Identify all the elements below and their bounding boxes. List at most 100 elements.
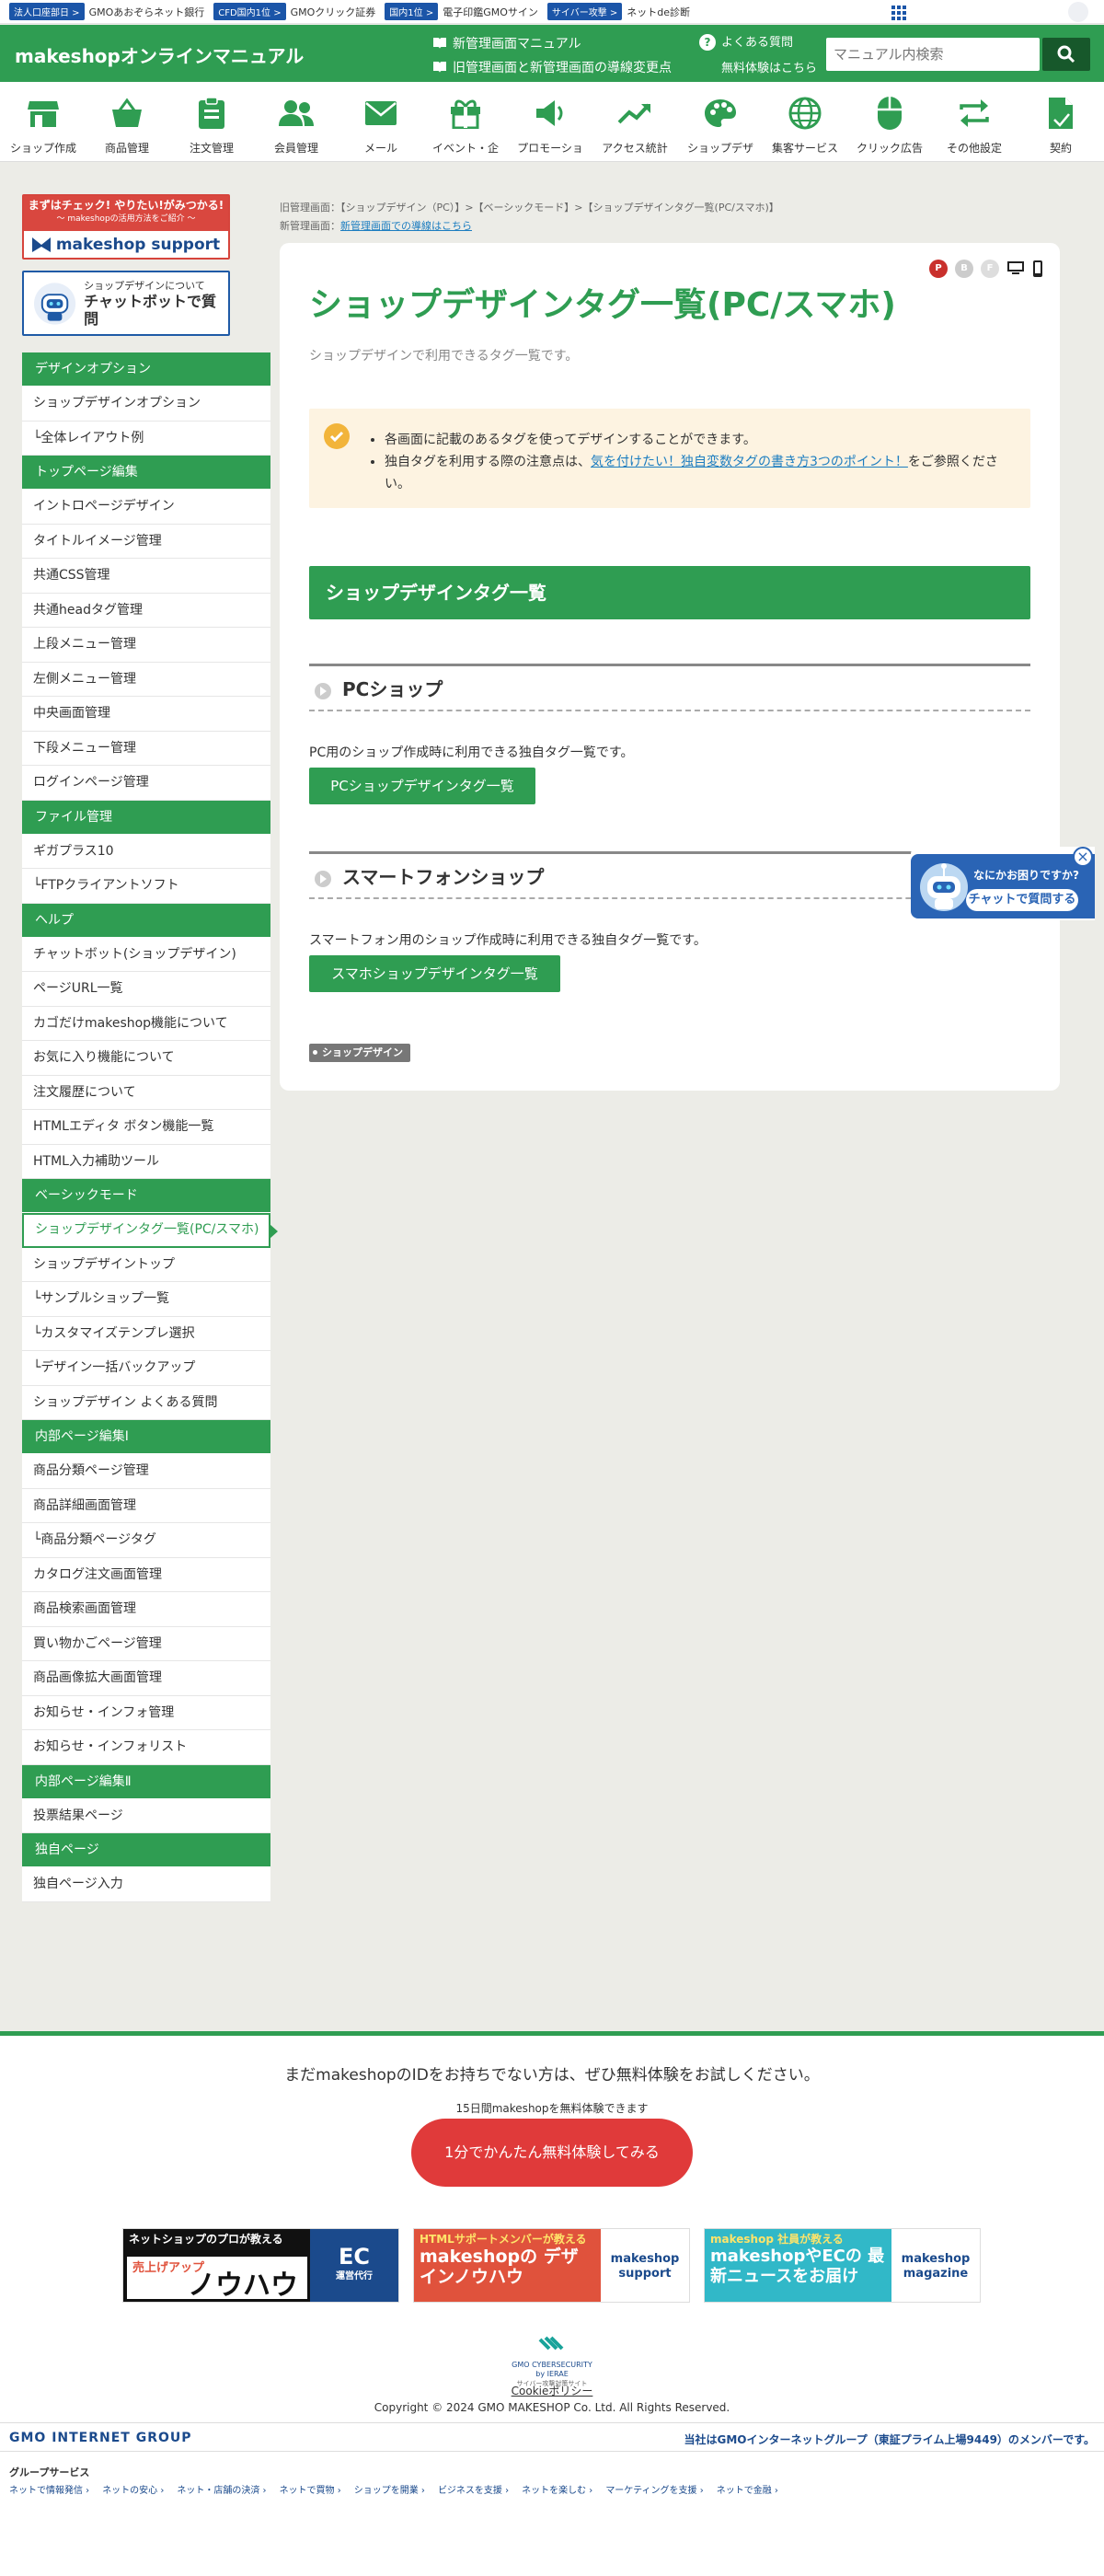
robot-icon	[33, 282, 76, 325]
sidebar-item-active[interactable]: ショップデザインタグ一覧(PC/スマホ)	[22, 1213, 278, 1248]
sidebar-item[interactable]: お知らせ・インフォリスト	[22, 1730, 270, 1765]
sidebar-item[interactable]: 投票結果ページ	[22, 1798, 270, 1833]
group-service-link[interactable]: ショップを開業 ›	[354, 2482, 425, 2496]
cookie-policy-link[interactable]: Cookieポリシー	[0, 2383, 1104, 2398]
sidebar-item[interactable]: 中央画面管理	[22, 697, 270, 732]
nav-products[interactable]: 商品管理	[84, 82, 170, 162]
chatbot-banner[interactable]: ショップデザインについて チャットボットで質問	[22, 271, 230, 336]
sidebar-item[interactable]: └FTPクライアントソフト	[22, 869, 270, 904]
sidebar-item[interactable]: HTMLエディタ ボタン機能一覧	[22, 1110, 270, 1145]
search-input[interactable]	[826, 38, 1040, 71]
sidebar-item[interactable]: └カスタマイズテンプレ選択	[22, 1316, 270, 1351]
group-service-link[interactable]: ネットで情報発信 ›	[9, 2482, 89, 2496]
design-knowhow-banner[interactable]: HTMLサポートメンバーが教える makeshopの デザインノウハウ makes…	[413, 2228, 690, 2303]
apps-grid-icon[interactable]	[891, 6, 906, 20]
sidebar-category[interactable]: デザインオプション	[22, 352, 270, 387]
topbar-link-diagnosis[interactable]: サイバー攻撃 > ネットde診断	[546, 3, 690, 20]
cybersecurity-badge[interactable]: GMO CYBERSECURITY by IERAE サイバー攻撃対策サイト	[508, 2336, 596, 2387]
notice-list: 各画面に記載のあるタグを使ってデザインすることができます。 独自タグを利用する際…	[372, 429, 1016, 495]
free-trial-button[interactable]: 1分でかんたん無料体験してみる	[411, 2119, 693, 2187]
sidebar-item[interactable]: ログインページ管理	[22, 766, 270, 801]
site-logo[interactable]: makeshopオンラインマニュアル	[15, 41, 304, 68]
sidebar-item[interactable]: HTML入力補助ツール	[22, 1144, 270, 1179]
group-service-link[interactable]: ネットを楽しむ ›	[522, 2482, 592, 2496]
group-service-link[interactable]: マーケティングを支援 ›	[605, 2482, 703, 2496]
sidebar-item[interactable]: ショップデザインオプション	[22, 387, 270, 422]
gmo-logo[interactable]: GMO INTERNET GROUP	[9, 2431, 192, 2445]
nav-orders[interactable]: 注文管理	[168, 82, 255, 162]
nav-promotion[interactable]: プロモーショ	[507, 82, 593, 162]
sidebar-category[interactable]: 独自ページ	[22, 1833, 270, 1867]
sidebar-item[interactable]: 共通CSS管理	[22, 559, 270, 594]
sidebar-item[interactable]: └デザイン一括バックアップ	[22, 1351, 270, 1386]
nav-marketing[interactable]: 集客サービス	[762, 82, 848, 162]
sidebar-category[interactable]: トップページ編集	[22, 456, 270, 490]
nav-shop-create[interactable]: ショップ作成	[0, 82, 86, 162]
group-service-link[interactable]: ネットの安心 ›	[102, 2482, 164, 2496]
sidebar-item[interactable]: 商品分類ページ管理	[22, 1454, 270, 1489]
pc-tag-list-button[interactable]: PCショップデザインタグ一覧	[309, 768, 535, 804]
sidebar-category[interactable]: ベーシックモード	[22, 1179, 270, 1213]
sidebar-item[interactable]: イントロページデザイン	[22, 490, 270, 525]
group-service-link[interactable]: ネットで金融 ›	[717, 2482, 778, 2496]
sidebar-item[interactable]: ショップデザイントップ	[22, 1247, 270, 1282]
sidebar-item[interactable]: カタログ注文画面管理	[22, 1557, 270, 1592]
faq-link[interactable]: ? よくある質問	[699, 32, 793, 51]
sidebar-category[interactable]: ファイル管理	[22, 800, 270, 835]
sidebar-item[interactable]: カゴだけmakeshop機能について	[22, 1006, 270, 1041]
chat-widget[interactable]: なにかお困りですか? チャットで質問する ×	[911, 847, 1095, 920]
sidebar-item[interactable]: 買い物かごページ管理	[22, 1626, 270, 1661]
topbar-link-bank[interactable]: 法人口座部日 > GMOあおぞらネット銀行	[9, 3, 204, 20]
group-service-link[interactable]: ネットで買物 ›	[280, 2482, 341, 2496]
topbar-link-securities[interactable]: CFD国内1位 > GMOクリック証券	[213, 3, 375, 20]
sidebar-item[interactable]: 下段メニュー管理	[22, 731, 270, 766]
topbar-link-sign[interactable]: 国内1位 > 電子印鑑GMOサイン	[385, 3, 538, 20]
sidebar-category[interactable]: ヘルプ	[22, 903, 270, 938]
notice-link[interactable]: 気を付けたい！独自変数タグの書き方3つのポイント！	[591, 455, 908, 469]
sidebar-item[interactable]: └全体レイアウト例	[22, 421, 270, 456]
makeshop-support-banner[interactable]: まずはチェック! やりたい!がみつかる! ～ makeshopの活用方法をご紹介 …	[22, 194, 230, 260]
sidebar-item[interactable]: 独自ページ入力	[22, 1867, 270, 1902]
chat-widget-button[interactable]: チャットで質問する	[966, 889, 1078, 911]
nav-shop-design[interactable]: ショップデザ	[677, 82, 764, 162]
nav-contract[interactable]: 契約	[1018, 82, 1104, 162]
sidebar-item[interactable]: 注文履歴について	[22, 1075, 270, 1110]
sidebar-item[interactable]: └サンプルショップ一覧	[22, 1282, 270, 1317]
sidebar-item[interactable]: ギガプラス10	[22, 834, 270, 869]
sidebar-item[interactable]: ショップデザイン よくある質問	[22, 1385, 270, 1420]
nav-other-settings[interactable]: その他設定	[931, 82, 1018, 162]
new-admin-manual-link[interactable]: 新管理画面マニュアル	[432, 34, 581, 52]
nav-access[interactable]: アクセス統計	[592, 82, 678, 162]
sidebar-item[interactable]: お知らせ・インフォ管理	[22, 1695, 270, 1730]
sp-tag-list-button[interactable]: スマホショップデザインタグ一覧	[309, 955, 560, 992]
sidebar-item[interactable]: 商品詳細画面管理	[22, 1488, 270, 1523]
sidebar-item[interactable]: 商品画像拡大画面管理	[22, 1661, 270, 1696]
sidebar-category[interactable]: 内部ページ編集Ⅰ	[22, 1420, 270, 1454]
nav-events[interactable]: イベント・企	[422, 82, 509, 162]
category-tag[interactable]: ショップデザイン	[309, 1044, 410, 1062]
sidebar-item[interactable]: 共通headタグ管理	[22, 593, 270, 628]
sidebar-item[interactable]: └商品分類ページタグ	[22, 1523, 270, 1558]
nav-click-ads[interactable]: クリック広告	[846, 82, 933, 162]
sidebar-item[interactable]: 上段メニュー管理	[22, 628, 270, 663]
close-icon[interactable]: ×	[1073, 847, 1093, 867]
sidebar-category[interactable]: 内部ページ編集Ⅱ	[22, 1764, 270, 1799]
group-service-link[interactable]: ビジネスを支援 ›	[438, 2482, 509, 2496]
sidebar-item[interactable]: 左側メニュー管理	[22, 662, 270, 697]
sidebar-item[interactable]: チャットボット(ショップデザイン)	[22, 937, 270, 972]
sidebar-item[interactable]: お気に入り機能について	[22, 1041, 270, 1076]
breadcrumb-new-link[interactable]: 新管理画面での導線はこちら	[340, 220, 472, 232]
ec-knowhow-banner[interactable]: ネットショップのプロが教える 売上げアップ ノウハウ EC 運営代行	[122, 2228, 399, 2303]
nav-members[interactable]: 会員管理	[253, 82, 339, 162]
magazine-banner[interactable]: makeshop 社員が教える makeshopやECの 最新ニュースをお届け m…	[704, 2228, 981, 2303]
palette-icon	[702, 95, 739, 132]
admin-changes-link[interactable]: 旧管理画面と新管理画面の導線変更点	[432, 58, 672, 76]
group-service-link[interactable]: ネット・店舗の決済 ›	[177, 2482, 266, 2496]
sidebar-item[interactable]: 商品検索画面管理	[22, 1592, 270, 1627]
sidebar-item[interactable]: ページURL一覧	[22, 972, 270, 1007]
trial-link[interactable]: 無料体験はこちら	[721, 58, 817, 75]
nav-mail[interactable]: メール	[338, 82, 424, 162]
sidebar-item[interactable]: タイトルイメージ管理	[22, 524, 270, 559]
banner1-main: ノウハウ	[188, 2270, 298, 2302]
search-button[interactable]	[1042, 38, 1090, 71]
